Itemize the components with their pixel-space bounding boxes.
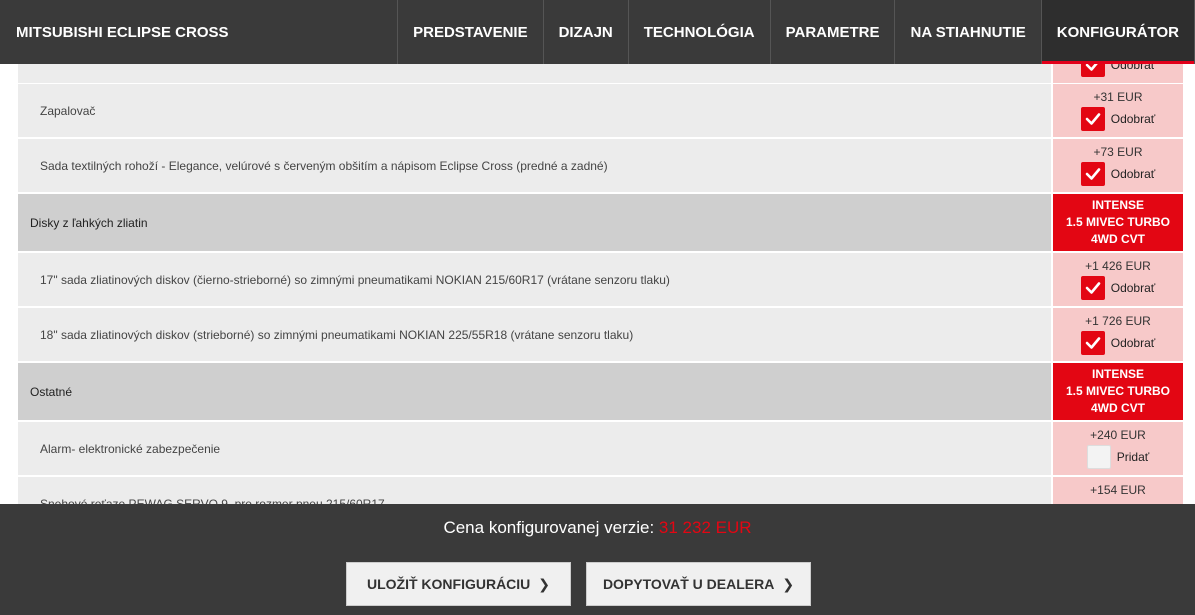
option-label: Alarm- elektronické zabezpečenie: [18, 422, 1051, 475]
save-configuration-button[interactable]: ULOŽIŤ KONFIGURÁCIU ❯: [346, 562, 571, 606]
version-badge: INTENSE 1.5 MIVEC TURBO 4WD CVT: [1053, 363, 1183, 420]
price-cell: +240 EUR Pridať: [1053, 422, 1183, 475]
version-line: INTENSE: [1091, 367, 1144, 381]
price-cell: +73 EUR Odobrať: [1053, 139, 1183, 192]
config-footer: Cena konfigurovanej verzie: 31 232 EUR U…: [0, 504, 1195, 615]
option-label: Sada textilných rohoží - Elegance, velúr…: [18, 139, 1051, 192]
table-row: Zapalovač +31 EUR Odobrať: [18, 84, 1183, 137]
main-nav: PREDSTAVENIE DIZAJN TECHNOLÓGIA PARAMETR…: [397, 0, 1195, 64]
option-label: Zapalovač: [18, 84, 1051, 137]
table-row: Sada textilných rohoží - Elegance, velúr…: [18, 139, 1183, 192]
option-label: 18" sada zliatinových diskov (strieborné…: [18, 308, 1051, 361]
chevron-right-icon: ❯: [538, 575, 551, 592]
table-row: 18" sada zliatinových diskov (strieborné…: [18, 308, 1183, 361]
version-line: 1.5 MIVEC TURBO: [1065, 215, 1170, 229]
table-row: Alarm- elektronické zabezpečenie +240 EU…: [18, 422, 1183, 475]
summary-label: Cena konfigurovanej verzie:: [443, 518, 655, 537]
nav-predstavenie[interactable]: PREDSTAVENIE: [397, 0, 542, 64]
option-price: +73 EUR: [1093, 145, 1143, 159]
table-row: 17" sada zliatinových diskov (čierno-str…: [18, 253, 1183, 306]
checkbox-checked-icon[interactable]: [1080, 331, 1105, 355]
checkbox-checked-icon[interactable]: [1080, 276, 1105, 300]
option-toggle[interactable]: Odobrať: [1080, 331, 1156, 355]
total-price: 31 232 EUR: [658, 518, 752, 537]
contact-dealer-label: DOPYTOVAŤ U DEALERA: [602, 576, 775, 592]
checkbox-checked-icon[interactable]: [1080, 162, 1105, 186]
option-action-label: Odobrať: [1110, 112, 1156, 126]
option-action-label: Odobrať: [1110, 281, 1156, 295]
price-cell: +31 EUR Odobrať: [1053, 84, 1183, 137]
version-line: 1.5 MIVEC TURBO: [1065, 384, 1170, 398]
nav-na-stiahnutie[interactable]: NA STIAHNUTIE: [894, 0, 1040, 64]
contact-dealer-button[interactable]: DOPYTOVAŤ U DEALERA ❯: [586, 562, 811, 606]
version-line: INTENSE: [1091, 198, 1144, 212]
option-toggle[interactable]: Pridať: [1086, 445, 1150, 469]
option-price: +1 726 EUR: [1085, 314, 1151, 328]
chevron-right-icon: ❯: [782, 575, 795, 592]
option-toggle[interactable]: Odobrať: [1080, 276, 1156, 300]
version-line: 4WD CVT: [1091, 232, 1145, 246]
version-badge: INTENSE 1.5 MIVEC TURBO 4WD CVT: [1053, 194, 1183, 251]
option-price: +154 EUR: [1090, 483, 1146, 497]
options-table: Zapalovač +31 EUR Odobrať Sada textilnýc…: [18, 84, 1183, 532]
option-action-label: Odobrať: [1110, 336, 1156, 350]
option-action-label: Odobrať: [1110, 167, 1156, 181]
option-action-label: Pridať: [1116, 450, 1150, 464]
top-navbar: MITSUBISHI ECLIPSE CROSS PREDSTAVENIE DI…: [0, 0, 1195, 64]
checkbox-unchecked-icon[interactable]: [1086, 445, 1111, 469]
save-configuration-label: ULOŽIŤ KONFIGURÁCIU: [366, 576, 531, 592]
option-toggle[interactable]: Odobrať: [1080, 162, 1156, 186]
price-cell: +1 426 EUR Odobrať: [1053, 253, 1183, 306]
category-row: Ostatné INTENSE 1.5 MIVEC TURBO 4WD CVT: [18, 363, 1183, 420]
option-toggle[interactable]: Odobrať: [1080, 107, 1156, 131]
category-label: Disky z ľahkých zliatin: [18, 194, 1051, 251]
category-label: Ostatné: [18, 363, 1051, 420]
nav-technologia[interactable]: TECHNOLÓGIA: [627, 0, 770, 64]
option-price: +1 426 EUR: [1085, 259, 1151, 273]
price-summary: Cena konfigurovanej verzie: 31 232 EUR: [0, 518, 1195, 538]
nav-parametre[interactable]: PARAMETRE: [769, 0, 895, 64]
option-label: 17" sada zliatinových diskov (čierno-str…: [18, 253, 1051, 306]
nav-konfigurator[interactable]: KONFIGURÁTOR: [1040, 0, 1195, 64]
option-price: +240 EUR: [1090, 428, 1146, 442]
category-row: Disky z ľahkých zliatin INTENSE 1.5 MIVE…: [18, 194, 1183, 251]
version-line: 4WD CVT: [1091, 401, 1145, 415]
option-price: +31 EUR: [1093, 90, 1143, 104]
nav-dizajn[interactable]: DIZAJN: [542, 0, 628, 64]
checkbox-checked-icon[interactable]: [1080, 107, 1105, 131]
price-cell: +1 726 EUR Odobrať: [1053, 308, 1183, 361]
brand-title[interactable]: MITSUBISHI ECLIPSE CROSS: [0, 24, 397, 41]
